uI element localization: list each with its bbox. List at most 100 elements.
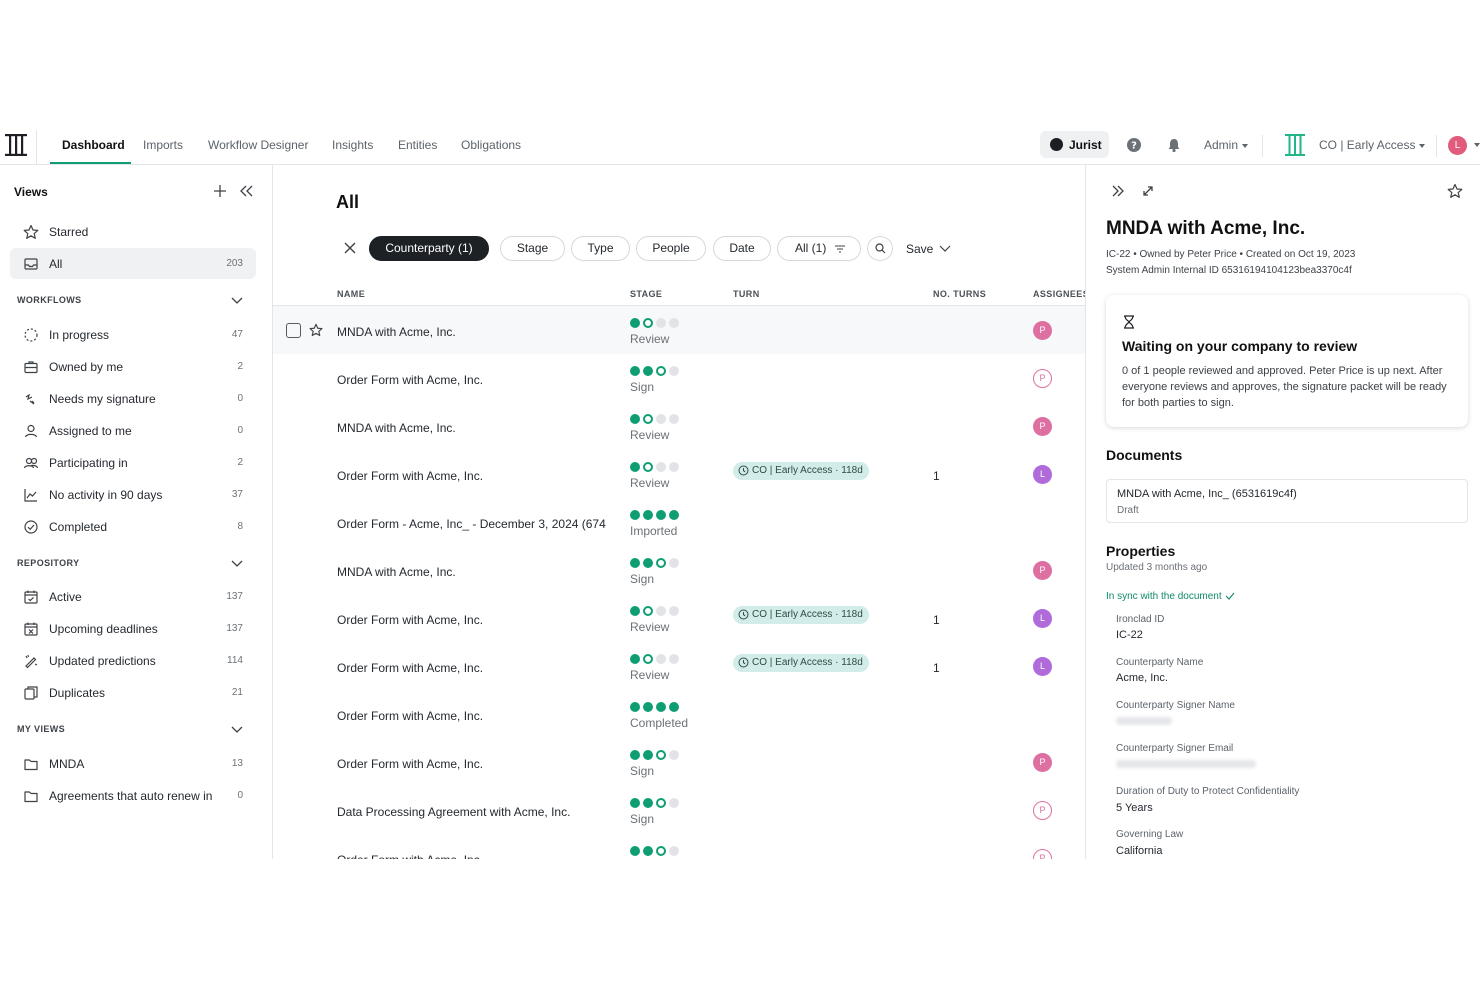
- sidebar-item-needs-my-signature[interactable]: Needs my signature 0: [10, 383, 256, 414]
- filter-people[interactable]: People: [636, 236, 706, 261]
- tab-insights[interactable]: Insights: [332, 138, 373, 152]
- tab-obligations[interactable]: Obligations: [461, 138, 521, 152]
- sidebar-item-duplicates[interactable]: Duplicates 21: [10, 677, 256, 708]
- sidebar: Views Starred All 203 WORKFLOWS In progr…: [0, 165, 273, 859]
- sidebar-item-no-activity[interactable]: No activity in 90 days 37: [10, 479, 256, 510]
- search-button[interactable]: [867, 236, 893, 261]
- sidebar-item-starred[interactable]: Starred: [10, 216, 256, 247]
- table-row[interactable]: Order Form with Acme, Inc. Completed: [273, 690, 1085, 738]
- row-name[interactable]: Order Form with Acme, Inc.: [337, 709, 483, 723]
- assignee-avatar[interactable]: P: [1033, 753, 1052, 772]
- org-switcher[interactable]: CO | Early Access: [1319, 138, 1426, 152]
- row-name[interactable]: Data Processing Agreement with Acme, Inc…: [337, 805, 570, 819]
- sidebar-item-in-progress[interactable]: In progress 47: [10, 319, 256, 350]
- column-header-assignees[interactable]: ASSIGNEES: [1033, 289, 1085, 299]
- stage-step-dot: [669, 654, 679, 664]
- stage-step-dot: [669, 318, 679, 328]
- tab-dashboard[interactable]: Dashboard: [62, 138, 125, 152]
- assignee-avatar[interactable]: P: [1033, 321, 1052, 340]
- column-header-turn[interactable]: TURN: [733, 289, 760, 299]
- sidebar-item-mnda[interactable]: MNDA 13: [10, 748, 256, 779]
- row-name[interactable]: Order Form with Acme, Inc.: [337, 469, 483, 483]
- row-name[interactable]: Order Form with Acme, Inc.: [337, 373, 483, 387]
- filter-counterparty[interactable]: Counterparty (1): [369, 236, 489, 261]
- clear-filters-icon[interactable]: [343, 241, 357, 255]
- help-icon[interactable]: ?: [1126, 137, 1142, 153]
- chevron-down-icon[interactable]: [230, 559, 244, 569]
- sidebar-item-upcoming-deadlines[interactable]: Upcoming deadlines 137: [10, 613, 256, 644]
- add-view-icon[interactable]: [213, 184, 227, 198]
- bell-icon[interactable]: [1166, 137, 1182, 153]
- property-value[interactable]: 5 Years: [1116, 802, 1153, 814]
- row-name[interactable]: Order Form with Acme, Inc.: [337, 757, 483, 771]
- star-icon[interactable]: [1447, 183, 1463, 199]
- table-row[interactable]: Order Form with Acme, Inc. P: [273, 834, 1085, 859]
- tab-imports[interactable]: Imports: [143, 138, 183, 152]
- assignee-avatar[interactable]: L: [1033, 657, 1052, 676]
- row-name[interactable]: MNDA with Acme, Inc.: [337, 325, 456, 339]
- assignee-avatar[interactable]: P: [1033, 417, 1052, 436]
- table-row[interactable]: Order Form with Acme, Inc. Sign P: [273, 738, 1085, 786]
- row-name[interactable]: Order Form with Acme, Inc.: [337, 661, 483, 675]
- chevron-down-icon[interactable]: [230, 725, 244, 735]
- row-name[interactable]: Order Form - Acme, Inc_ - December 3, 20…: [337, 517, 606, 531]
- sidebar-item-active[interactable]: Active 137: [10, 581, 256, 612]
- table-row[interactable]: Order Form with Acme, Inc. Sign P: [273, 354, 1085, 402]
- table-row[interactable]: Order Form with Acme, Inc. Review CO | Ear…: [273, 450, 1085, 498]
- sidebar-item-participating-in[interactable]: Participating in 2: [10, 447, 256, 478]
- table-row[interactable]: MNDA with Acme, Inc. Review P: [273, 306, 1085, 354]
- expand-panel-icon[interactable]: [1111, 184, 1125, 198]
- filter-type[interactable]: Type: [571, 236, 630, 261]
- property-value[interactable]: Acme, Inc.: [1116, 672, 1168, 684]
- sidebar-item-updated-predictions[interactable]: Updated predictions 114: [10, 645, 256, 676]
- assignee-avatar[interactable]: P: [1033, 369, 1052, 388]
- save-view-button[interactable]: Save: [906, 242, 933, 256]
- table-row[interactable]: Data Processing Agreement with Acme, Inc…: [273, 786, 1085, 834]
- sidebar-item-owned-by-me[interactable]: Owned by me 2: [10, 351, 256, 382]
- column-header-name[interactable]: NAME: [337, 289, 365, 299]
- assignee-avatar[interactable]: L: [1033, 465, 1052, 484]
- filter-all[interactable]: All (1): [777, 236, 861, 261]
- sidebar-item-assigned-to-me[interactable]: Assigned to me 0: [10, 415, 256, 446]
- table-row[interactable]: MNDA with Acme, Inc. Sign P: [273, 546, 1085, 594]
- assignee-avatar[interactable]: P: [1033, 801, 1052, 820]
- sidebar-item-label: Needs my signature: [49, 392, 156, 406]
- sidebar-item-auto-renew[interactable]: Agreements that auto renew in 0: [10, 780, 256, 811]
- property-value[interactable]: California: [1116, 845, 1162, 857]
- chevron-down-icon[interactable]: [230, 296, 244, 306]
- document-card[interactable]: MNDA with Acme, Inc_ (6531619c4f) Draft: [1106, 479, 1468, 523]
- table-row[interactable]: Order Form - Acme, Inc_ - December 3, 20…: [273, 498, 1085, 546]
- app-logo[interactable]: [4, 132, 28, 158]
- sidebar-item-all[interactable]: All 203: [10, 248, 256, 279]
- row-name[interactable]: MNDA with Acme, Inc.: [337, 421, 456, 435]
- calendar-x-icon: [24, 622, 38, 636]
- sidebar-item-count: 114: [227, 655, 243, 666]
- collapse-sidebar-icon[interactable]: [238, 184, 254, 198]
- stage-step-dot: [669, 462, 679, 472]
- table-row[interactable]: Order Form with Acme, Inc. Review CO | Ear…: [273, 642, 1085, 690]
- user-avatar[interactable]: L: [1448, 136, 1467, 155]
- tab-entities[interactable]: Entities: [398, 138, 437, 152]
- assignee-avatar[interactable]: L: [1033, 609, 1052, 628]
- chevron-down-icon[interactable]: [1474, 143, 1480, 147]
- tab-workflow-designer[interactable]: Workflow Designer: [208, 138, 308, 152]
- assignee-avatar[interactable]: P: [1033, 849, 1052, 859]
- admin-menu[interactable]: Admin: [1204, 138, 1249, 152]
- jurist-button[interactable]: Jurist: [1040, 131, 1109, 158]
- fullscreen-icon[interactable]: [1141, 184, 1155, 198]
- column-header-stage[interactable]: STAGE: [630, 289, 662, 299]
- table-row[interactable]: Order Form with Acme, Inc. Review CO | Ear…: [273, 594, 1085, 642]
- row-name[interactable]: MNDA with Acme, Inc.: [337, 565, 456, 579]
- filter-stage[interactable]: Stage: [500, 236, 565, 261]
- table-row[interactable]: MNDA with Acme, Inc. Review P: [273, 402, 1085, 450]
- filter-date[interactable]: Date: [713, 236, 771, 261]
- sidebar-item-completed[interactable]: Completed 8: [10, 511, 256, 542]
- star-icon[interactable]: [309, 323, 323, 337]
- assignee-avatar[interactable]: P: [1033, 561, 1052, 580]
- chevron-down-icon[interactable]: [939, 245, 951, 253]
- row-name[interactable]: Order Form with Acme, Inc.: [337, 853, 483, 859]
- row-name[interactable]: Order Form with Acme, Inc.: [337, 613, 483, 627]
- property-value[interactable]: IC-22: [1116, 629, 1143, 641]
- column-header-no-turns[interactable]: NO. TURNS: [933, 289, 986, 299]
- row-checkbox[interactable]: [286, 323, 301, 338]
